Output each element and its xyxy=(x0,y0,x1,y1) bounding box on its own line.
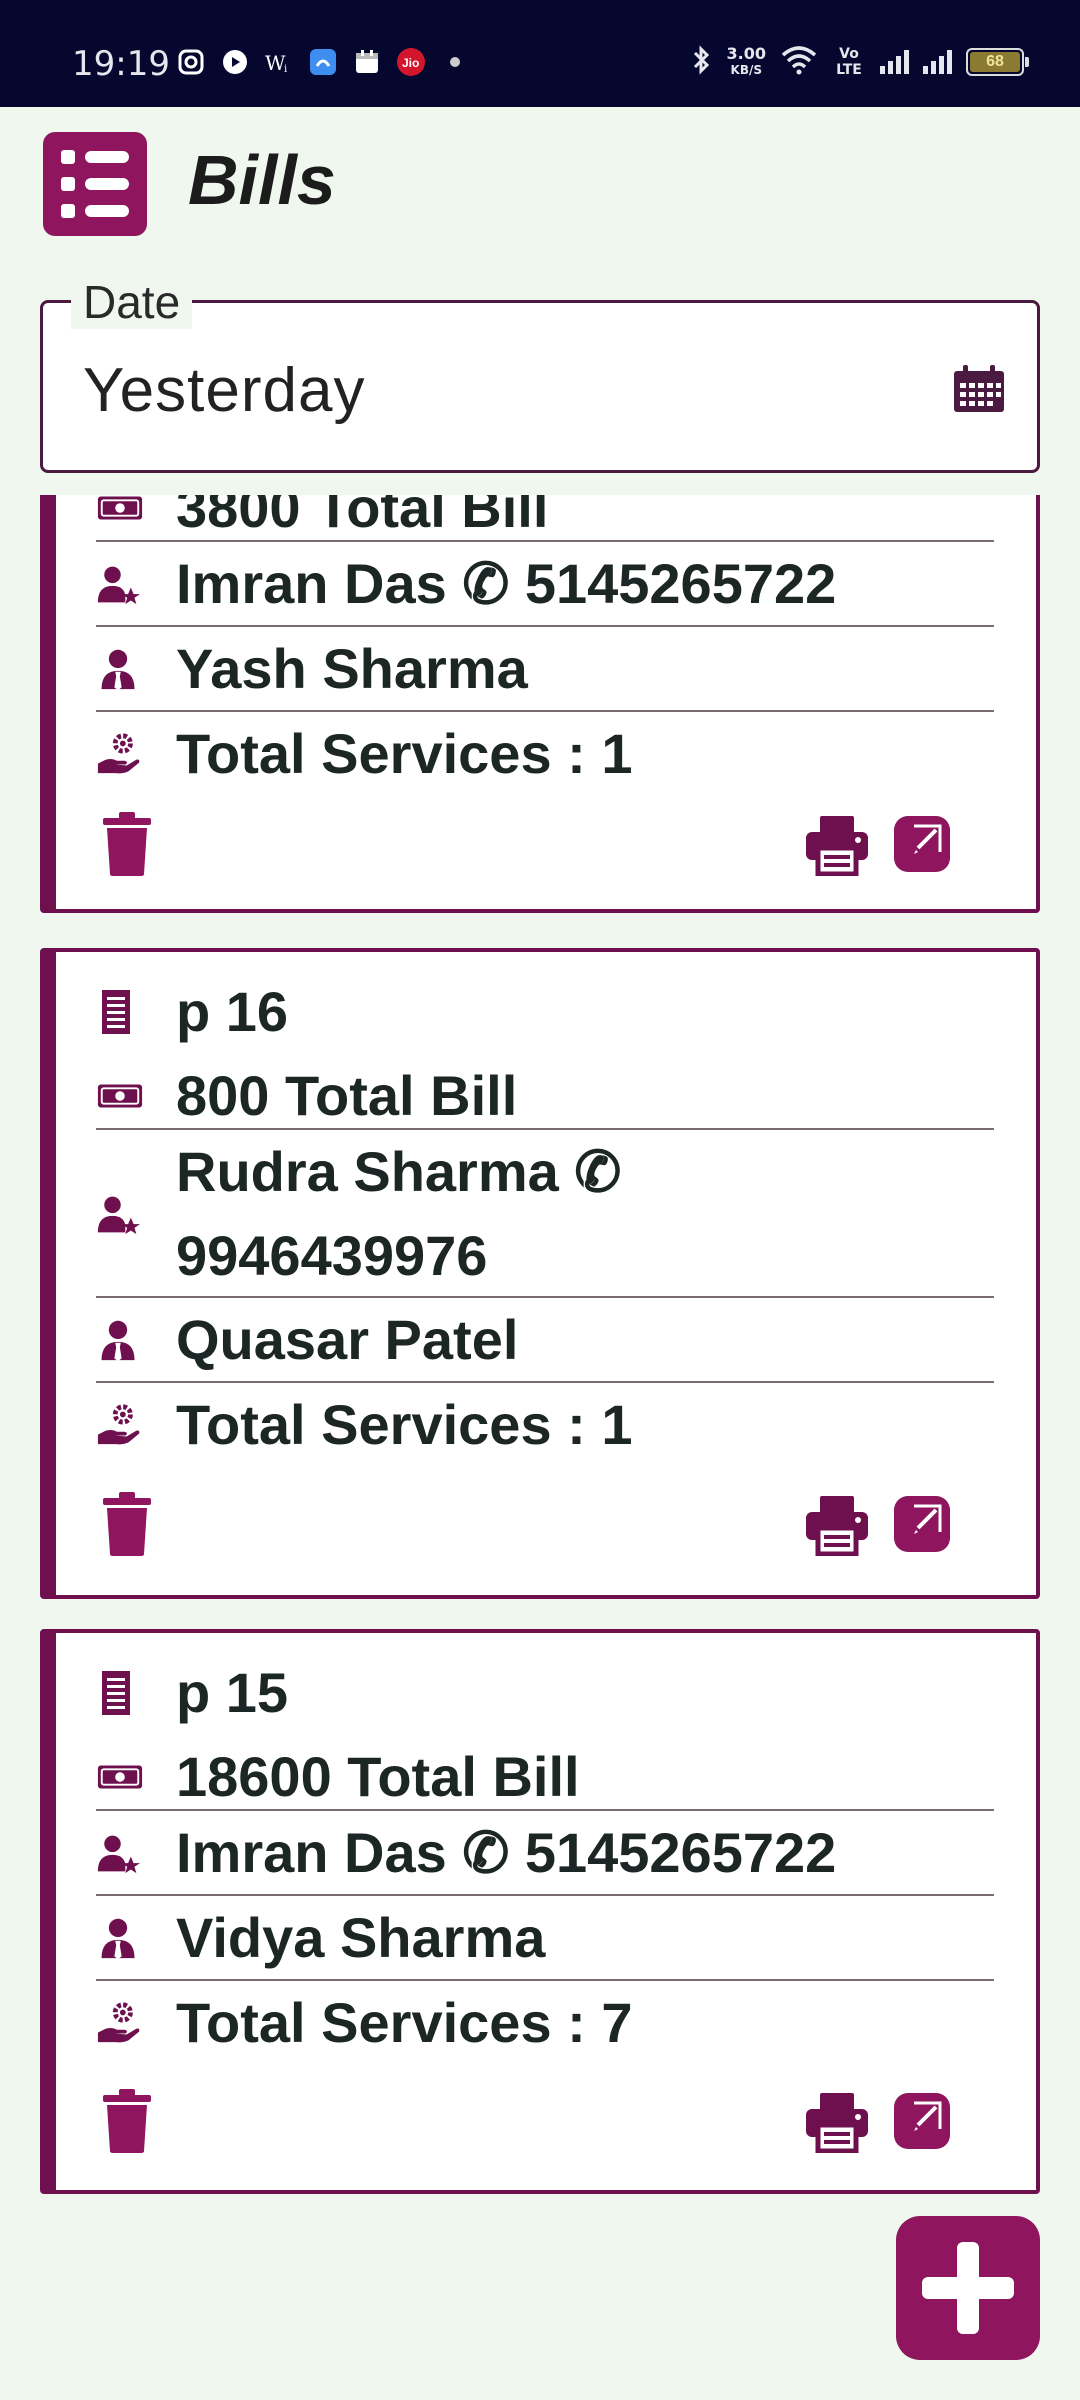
bill-invoice-row: p 16 xyxy=(96,970,1016,1054)
svg-text:Jio: Jio xyxy=(402,56,419,70)
date-filter-value[interactable]: Yesterday xyxy=(83,355,365,426)
staff-icon xyxy=(96,647,140,691)
delete-icon[interactable] xyxy=(101,2089,153,2153)
more-notifications-dot xyxy=(450,57,460,67)
staff-icon xyxy=(96,1318,140,1362)
app-store-icon xyxy=(308,47,338,77)
instagram-icon xyxy=(176,47,206,77)
bill-services-row: Total Services : 1 xyxy=(96,1383,1016,1467)
cash-icon xyxy=(96,495,144,523)
bill-staff: Quasar Patel xyxy=(176,1308,519,1371)
bill-total-row: 800 Total Bill xyxy=(96,1054,1016,1138)
svg-text:W: W xyxy=(265,51,286,75)
service-icon xyxy=(96,1402,142,1448)
edit-icon[interactable] xyxy=(894,1496,950,1552)
network-speed: 3.00 KB/S xyxy=(726,44,766,78)
bill-total: 800 Total Bill xyxy=(176,1064,518,1127)
edit-icon[interactable] xyxy=(894,2093,950,2149)
staff-icon xyxy=(96,1916,140,1960)
volte-badge: Vo LTE xyxy=(836,46,862,78)
delete-icon[interactable] xyxy=(101,812,153,876)
wikipedia-icon: Wi xyxy=(264,47,294,77)
bill-customer-row: Rudra Sharma ✆ 9946439976 xyxy=(96,1130,1016,1298)
bill-customer-row: Imran Das ✆ 5145265722 xyxy=(96,542,1016,626)
bill-customer-row: Imran Das ✆ 5145265722 xyxy=(96,1811,1016,1895)
add-bill-button[interactable] xyxy=(896,2216,1040,2360)
cash-icon xyxy=(96,1762,144,1792)
receipt-icon xyxy=(96,1669,136,1717)
page-title: Bills xyxy=(188,141,336,219)
bill-staff-row: Yash Sharma xyxy=(96,627,1016,711)
bill-invoice: p 16 xyxy=(176,980,289,1043)
list-icon xyxy=(61,150,129,164)
bill-services-row: Total Services : 1 xyxy=(96,712,1016,796)
bill-services: Total Services : 7 xyxy=(176,1991,633,2054)
status-time: 19:19 xyxy=(72,44,170,84)
youtube-icon xyxy=(220,47,250,77)
print-icon[interactable] xyxy=(804,1494,870,1556)
jio-icon: Jio xyxy=(396,47,426,77)
bills-list[interactable]: 3800 Total Bill Imran Das ✆ 5145265722 Y… xyxy=(0,495,1080,2400)
bill-invoice: p 15 xyxy=(176,1661,289,1724)
wifi-icon xyxy=(780,45,818,80)
system-icons: 3.00 KB/S Vo LTE 68 xyxy=(691,42,1029,82)
service-icon xyxy=(96,731,142,777)
edit-icon[interactable] xyxy=(894,816,950,872)
customer-icon xyxy=(96,1831,140,1875)
customer-icon xyxy=(96,1192,140,1236)
delete-icon[interactable] xyxy=(101,1492,153,1556)
battery-level: 68 xyxy=(970,52,1020,72)
bill-total: 18600 Total Bill xyxy=(176,1745,580,1808)
date-filter-label: Date xyxy=(71,275,193,329)
bill-staff-row: Vidya Sharma xyxy=(96,1896,1016,1980)
bill-services: Total Services : 1 xyxy=(176,1393,633,1456)
receipt-icon xyxy=(96,988,136,1036)
signal-icon-1 xyxy=(880,50,909,74)
bill-card[interactable]: p 16 800 Total Bill Rudra Sharma ✆ 99464… xyxy=(40,948,1040,1599)
service-icon xyxy=(96,2000,142,2046)
bill-total-row: 18600 Total Bill xyxy=(96,1735,1016,1819)
signal-icon-2 xyxy=(923,50,952,74)
bill-invoice-row: p 15 xyxy=(96,1651,1016,1735)
customer-icon xyxy=(96,562,140,606)
bill-staff-row: Quasar Patel xyxy=(96,1298,1016,1382)
bill-customer: Imran Das ✆ 5145265722 xyxy=(176,552,837,615)
bill-staff: Vidya Sharma xyxy=(176,1906,546,1969)
menu-button[interactable] xyxy=(43,132,147,236)
status-bar: 19:19 Wi Jio 3.00 KB/S Vo LTE 68 xyxy=(0,0,1080,107)
print-icon[interactable] xyxy=(804,814,870,876)
notification-icons: Wi Jio xyxy=(176,44,460,80)
svg-text:i: i xyxy=(284,64,287,75)
bill-staff: Yash Sharma xyxy=(176,637,528,700)
date-filter-field[interactable]: Date Yesterday xyxy=(40,275,1040,473)
bluetooth-icon xyxy=(691,44,713,81)
battery-icon: 68 xyxy=(966,48,1029,76)
print-icon[interactable] xyxy=(804,2091,870,2153)
bill-card[interactable]: 3800 Total Bill Imran Das ✆ 5145265722 Y… xyxy=(40,495,1040,913)
bill-services-row: Total Services : 7 xyxy=(96,1981,1016,2065)
calendar-app-icon xyxy=(352,47,382,77)
bill-services: Total Services : 1 xyxy=(176,722,633,785)
calendar-icon[interactable] xyxy=(953,365,1005,413)
cash-icon xyxy=(96,1081,144,1111)
bill-card[interactable]: p 15 18600 Total Bill Imran Das ✆ 514526… xyxy=(40,1629,1040,2194)
bill-customer: Rudra Sharma ✆ 9946439976 xyxy=(176,1140,622,1287)
bill-customer: Imran Das ✆ 5145265722 xyxy=(176,1821,837,1884)
